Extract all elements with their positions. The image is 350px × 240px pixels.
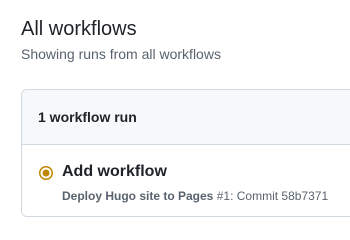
workflow-run-row[interactable]: Add workflow Deploy Hugo site to Pages #… xyxy=(22,145,350,216)
workflow-run-title-link[interactable]: Add workflow xyxy=(62,160,167,184)
workflow-runs-list: 1 workflow run Add workflow Deploy Hugo … xyxy=(21,89,350,217)
workflow-run-count: 1 workflow run xyxy=(38,109,137,125)
runs-list-header: 1 workflow run xyxy=(22,90,350,145)
run-event-text: : Commit 58b7371 xyxy=(230,189,329,203)
run-number: #1 xyxy=(216,189,231,203)
workflow-name: Deploy Hugo site to Pages xyxy=(62,189,214,203)
page-subtitle: Showing runs from all workflows xyxy=(21,46,221,62)
in-progress-dot-icon xyxy=(38,165,54,181)
workflow-run-meta: Deploy Hugo site to Pages #1: Commit 58b… xyxy=(62,187,328,205)
actions-page: All workflows Showing runs from all work… xyxy=(0,0,350,240)
page-title: All workflows xyxy=(21,18,137,40)
